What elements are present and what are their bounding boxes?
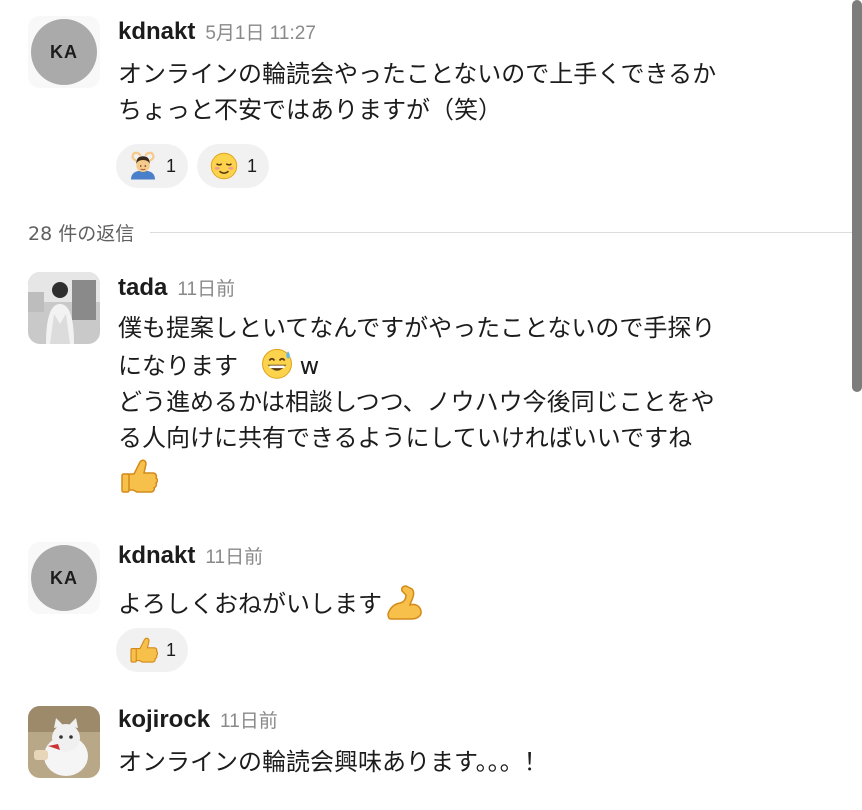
flexed-biceps-icon — [384, 580, 424, 620]
message-line: 僕も提案しといてなんですがやったことないので手探り — [118, 314, 716, 342]
author-name[interactable]: kdnakt — [118, 18, 195, 45]
message-line: オンラインの輪読会やったことないので上手くできるか — [118, 60, 717, 88]
timestamp[interactable]: 5月1日 11:27 — [205, 23, 316, 44]
avatar-initials: KA — [31, 545, 97, 611]
message-line: オンラインの輪読会興味あります。。。！ — [118, 748, 548, 776]
message-text: オンラインの輪読会やったことないので上手くできるか ちょっと不安ではありますが（… — [118, 56, 716, 128]
message-line: ちょっと不安ではありますが（笑） — [118, 96, 502, 124]
reaction-count: 1 — [166, 639, 177, 660]
avatar-initials: KA — [31, 19, 97, 85]
message-header: tada 11日前 — [118, 274, 235, 302]
reaction-count: 1 — [166, 155, 177, 176]
message-line-emoji — [118, 456, 715, 496]
message-header: kdnakt 5月1日 11:27 — [118, 18, 316, 46]
author-name[interactable]: tada — [118, 274, 167, 301]
author-name[interactable]: kdnakt — [118, 542, 195, 569]
message-text: 僕も提案しといてなんですがやったことないので手探り になります w どう進めるか… — [118, 310, 715, 496]
reactions: 1 — [116, 628, 189, 672]
message-line: どう進めるかは相談しつつ、ノウハウ今後同じことをや — [118, 388, 715, 416]
thumbs-up-icon — [128, 635, 158, 665]
timestamp[interactable]: 11日前 — [177, 279, 235, 300]
avatar[interactable]: KA — [28, 542, 100, 614]
message-text: よろしくおねがいします — [118, 580, 424, 622]
author-name[interactable]: kojirock — [118, 706, 210, 733]
reaction-button[interactable]: 1 — [116, 144, 189, 188]
timestamp[interactable]: 11日前 — [220, 711, 278, 732]
replies-count-label: 28 件の返信 — [28, 222, 135, 245]
person-gesturing-ok-icon — [128, 151, 158, 181]
message-line: る人向けに共有できるようにしていければいいですね — [118, 424, 693, 452]
message-text: オンラインの輪読会興味あります。。。！ — [118, 744, 548, 780]
reaction-button[interactable]: 1 — [116, 628, 189, 672]
reaction-button[interactable]: 1 — [197, 144, 270, 188]
avatar-photo[interactable] — [28, 706, 100, 778]
scrollbar-thumb[interactable] — [852, 0, 862, 392]
message-line-with-emoji: になります w — [118, 346, 715, 384]
replies-divider: 28 件の返信 — [28, 218, 862, 246]
message-header: kdnakt 11日前 — [118, 542, 263, 570]
reaction-count: 1 — [247, 155, 258, 176]
message-header: kojirock 11日前 — [118, 706, 278, 734]
thumbs-up-icon — [118, 456, 158, 496]
reactions: 1 1 — [116, 144, 270, 188]
divider-line — [150, 231, 862, 233]
relaxed-face-icon — [209, 151, 239, 181]
message-line-with-emoji: よろしくおねがいします — [118, 580, 424, 622]
avatar[interactable]: KA — [28, 16, 100, 88]
avatar-photo[interactable] — [28, 272, 100, 344]
timestamp[interactable]: 11日前 — [205, 547, 263, 568]
grinning-sweat-icon — [260, 346, 294, 380]
